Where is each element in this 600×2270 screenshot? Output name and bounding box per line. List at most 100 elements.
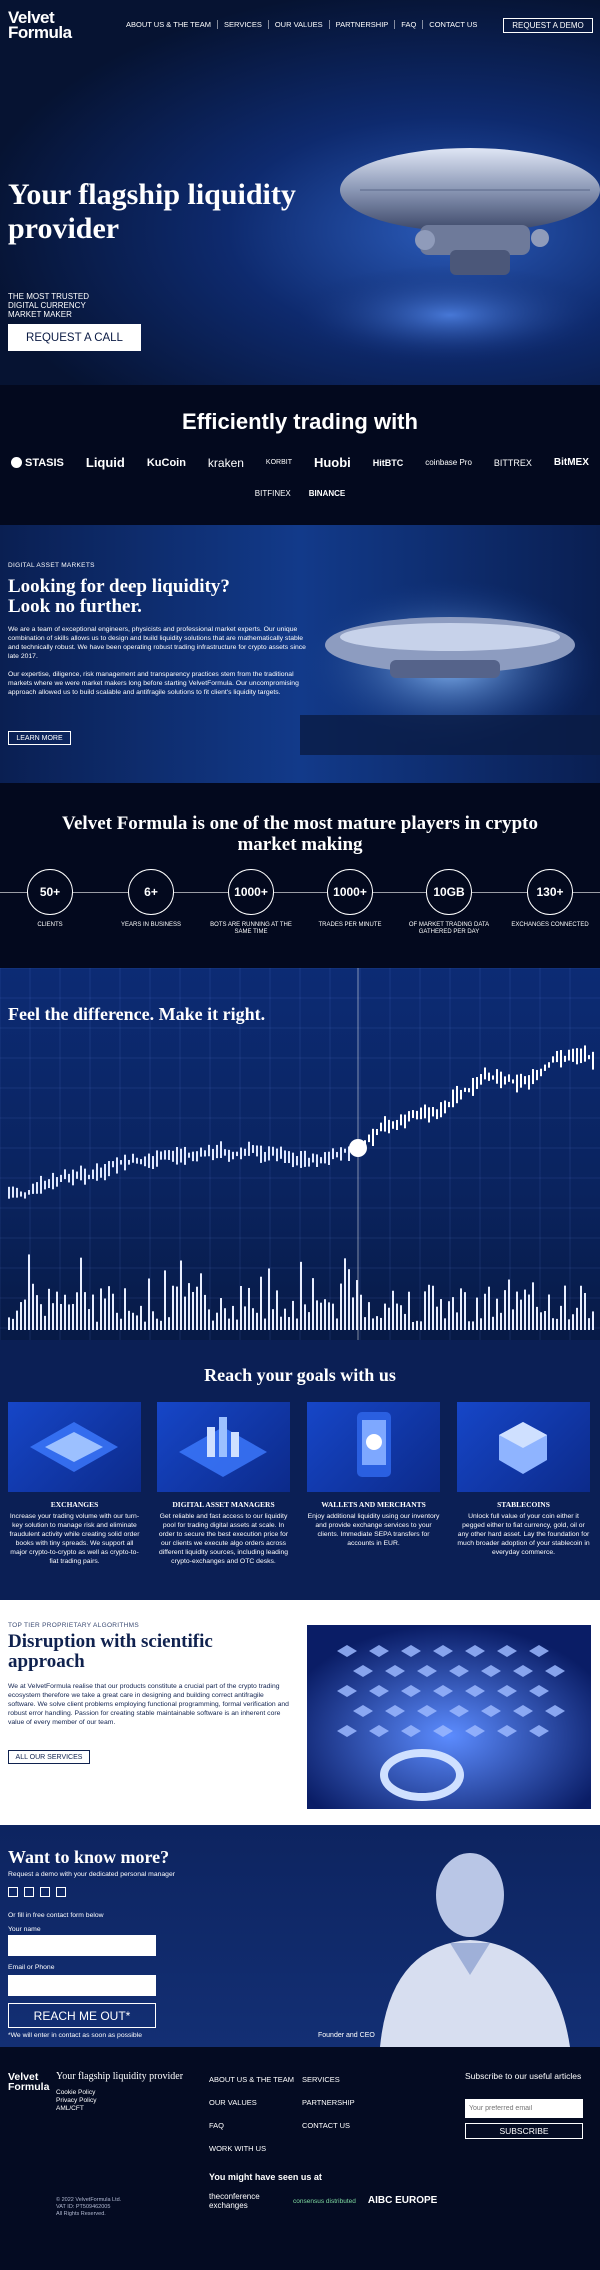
volume-bar bbox=[40, 1304, 42, 1330]
candle bbox=[504, 1076, 506, 1085]
candle bbox=[244, 1148, 246, 1156]
event-theconference[interactable]: theconference exchanges bbox=[209, 2192, 281, 2210]
footer-services-link[interactable]: SERVICES bbox=[302, 2075, 355, 2084]
event-aibc[interactable]: AIBC EUROPE bbox=[368, 2196, 438, 2206]
footer-work-link[interactable]: WORK WITH US bbox=[209, 2144, 294, 2153]
candle bbox=[316, 1154, 318, 1167]
volume-bar bbox=[196, 1286, 198, 1330]
volume-bar bbox=[156, 1318, 158, 1330]
partner-stasis[interactable]: STASIS bbox=[10, 457, 64, 469]
name-field[interactable] bbox=[8, 1935, 156, 1956]
partner-kraken[interactable]: kraken bbox=[208, 456, 244, 470]
email-icon[interactable] bbox=[56, 1887, 66, 1897]
cookie-policy-link[interactable]: Cookie Policy bbox=[56, 2089, 96, 2097]
volume-bar bbox=[540, 1312, 542, 1330]
card-wallets[interactable]: WALLETS AND MERCHANTS Enjoy additional l… bbox=[307, 1402, 440, 1548]
volume-bar bbox=[212, 1320, 214, 1330]
candle bbox=[380, 1122, 382, 1132]
volume-bar bbox=[336, 1318, 338, 1330]
airship-illustration bbox=[300, 148, 600, 365]
candle bbox=[76, 1171, 78, 1179]
footer-values-link[interactable]: OUR VALUES bbox=[209, 2098, 294, 2107]
nav-contact[interactable]: CONTACT US bbox=[422, 20, 483, 29]
candle bbox=[288, 1151, 290, 1164]
footer-partnership-link[interactable]: PARTNERSHIP bbox=[302, 2098, 355, 2107]
volume-bar bbox=[12, 1318, 14, 1330]
volume-bar bbox=[508, 1279, 510, 1330]
candle bbox=[340, 1147, 342, 1161]
telegram-icon[interactable] bbox=[24, 1887, 34, 1897]
nav-about[interactable]: ABOUT US & THE TEAM bbox=[120, 20, 217, 29]
candle bbox=[544, 1064, 546, 1071]
candle bbox=[448, 1101, 450, 1108]
candle bbox=[392, 1121, 394, 1129]
volume-bar bbox=[104, 1298, 106, 1330]
card-exchanges[interactable]: EXCHANGES Increase your trading volume w… bbox=[8, 1402, 141, 1566]
partner-liquid[interactable]: Liquid bbox=[86, 455, 125, 470]
logo[interactable]: Velvet Formula bbox=[8, 9, 72, 41]
volume-bar bbox=[52, 1303, 54, 1330]
nav-faq[interactable]: FAQ bbox=[394, 20, 422, 29]
volume-bar bbox=[588, 1318, 590, 1330]
volume-bar bbox=[288, 1317, 290, 1330]
contact-title: Want to know more? bbox=[8, 1847, 170, 1867]
partner-hitbtc[interactable]: HitBTC bbox=[373, 458, 404, 468]
volume-bar bbox=[328, 1302, 330, 1330]
partner-kucoin[interactable]: KuCoin bbox=[147, 457, 186, 469]
footer-about-link[interactable]: ABOUT US & THE TEAM bbox=[209, 2075, 294, 2084]
candle bbox=[284, 1150, 286, 1163]
candle bbox=[268, 1146, 270, 1161]
footer: Velvet Formula Your flagship liquidity pr… bbox=[0, 2047, 600, 2270]
volume-bar bbox=[460, 1288, 462, 1330]
nav-values[interactable]: OUR VALUES bbox=[267, 20, 329, 29]
card-asset-managers[interactable]: DIGITAL ASSET MANAGERS Get reliable and … bbox=[157, 1402, 290, 1566]
disrupt-tag: TOP TIER PROPRIETARY ALGORITHMS bbox=[8, 1622, 140, 1629]
skype-icon[interactable] bbox=[40, 1887, 50, 1897]
partner-logos-row1: STASIS Liquid KuCoin kraken KORBIT Huobi… bbox=[0, 455, 600, 470]
partner-bittrex[interactable]: BITTREX bbox=[494, 458, 532, 468]
footer-faq-link[interactable]: FAQ bbox=[209, 2121, 294, 2130]
candle bbox=[472, 1077, 474, 1096]
nav-services[interactable]: SERVICES bbox=[217, 20, 268, 29]
goals-section: Reach your goals with us EXCHANGES Incre… bbox=[0, 1340, 600, 1600]
volume-bar bbox=[584, 1292, 586, 1330]
volume-bar bbox=[476, 1297, 478, 1330]
event-consensus[interactable]: consensus distributed bbox=[293, 2198, 356, 2205]
subscribe-button[interactable]: SUBSCRIBE bbox=[465, 2123, 583, 2139]
request-demo-button[interactable]: REQUEST A DEMO bbox=[503, 18, 593, 33]
candle bbox=[248, 1141, 250, 1156]
privacy-policy-link[interactable]: Privacy Policy bbox=[56, 2097, 96, 2105]
footer-contact-link[interactable]: CONTACT US bbox=[302, 2121, 355, 2130]
volume-bar bbox=[384, 1303, 386, 1330]
candle bbox=[308, 1157, 310, 1167]
reach-me-out-button[interactable]: REACH ME OUT* bbox=[8, 2003, 156, 2028]
partner-bitfinex[interactable]: BITFINEX bbox=[255, 489, 291, 498]
card-stablecoins[interactable]: STABLECOINS Unlock full value of your co… bbox=[457, 1402, 590, 1557]
email-phone-field[interactable] bbox=[8, 1975, 156, 1996]
subscribe-email-field[interactable] bbox=[465, 2099, 583, 2118]
candle bbox=[400, 1114, 402, 1126]
volume-bar bbox=[500, 1312, 502, 1330]
volume-bar bbox=[84, 1292, 86, 1330]
volume-bar bbox=[532, 1282, 534, 1330]
all-services-button[interactable]: ALL OUR SERVICES bbox=[8, 1750, 90, 1764]
founder-role: Founder and CEO bbox=[318, 2032, 375, 2039]
partner-binance[interactable]: BINANCE bbox=[309, 489, 345, 498]
request-call-button[interactable]: REQUEST A CALL bbox=[8, 324, 141, 351]
candle bbox=[320, 1157, 322, 1164]
candle bbox=[196, 1151, 198, 1162]
nav-partnership[interactable]: PARTNERSHIP bbox=[328, 20, 395, 29]
aml-link[interactable]: AML/CFT bbox=[56, 2105, 96, 2113]
partner-huobi[interactable]: Huobi bbox=[314, 455, 351, 470]
partner-korbit[interactable]: KORBIT bbox=[266, 459, 292, 466]
partner-coinbase[interactable]: coinbase Pro bbox=[425, 458, 472, 467]
candle bbox=[432, 1107, 434, 1117]
partner-bitmex[interactable]: BitMEX bbox=[554, 457, 589, 468]
volume-bar bbox=[524, 1289, 526, 1330]
volume-bar bbox=[228, 1318, 230, 1330]
footer-logo[interactable]: Velvet Formula bbox=[8, 2072, 49, 2093]
learn-more-button[interactable]: LEARN MORE bbox=[8, 731, 71, 745]
volume-bar bbox=[260, 1276, 262, 1330]
candle bbox=[324, 1152, 326, 1164]
whatsapp-icon[interactable] bbox=[8, 1887, 18, 1897]
